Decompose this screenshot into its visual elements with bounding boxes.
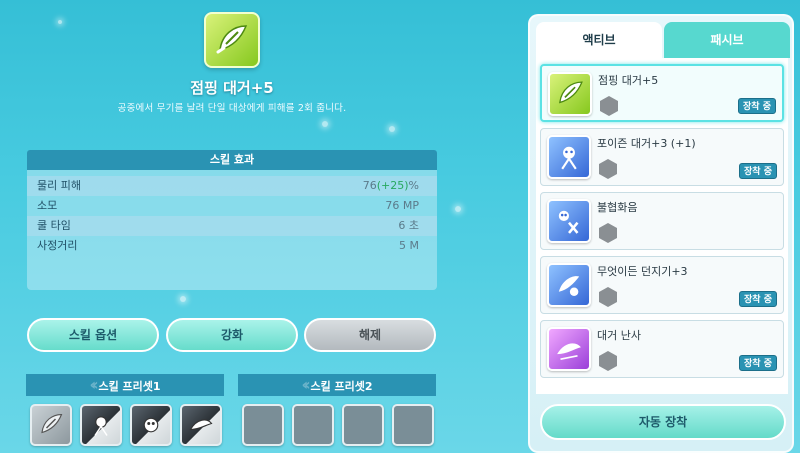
dagger-jump-icon: [41, 413, 63, 434]
rune-slot-icon[interactable]: [600, 96, 618, 116]
preset-2-header[interactable]: ‹‹ 스킬 프리셋2: [238, 374, 436, 396]
equipped-badge: 장착 중: [739, 291, 777, 307]
skill-options-button[interactable]: 스킬 옵션: [27, 318, 159, 352]
skill-list: 점핑 대거+5 장착 중 포이즌 대거+3 (+1) 장착 중 불협화음 무엇이…: [536, 58, 788, 394]
skill-description: 공중에서 무기를 날려 단일 대상에게 피해를 2회 줍니다.: [117, 103, 347, 114]
skill-item-icon: [547, 135, 591, 179]
skill-list-item[interactable]: 대거 난사 장착 중: [540, 320, 784, 378]
preset-2-slot-2[interactable]: [292, 404, 334, 446]
sparkle-decoration: [455, 206, 461, 212]
effect-label: 소모: [37, 199, 58, 212]
effect-row-cooldown: 쿨 타임 6 초: [27, 216, 437, 236]
rune-slot-icon[interactable]: [599, 287, 617, 307]
skill-item-icon: [547, 199, 591, 243]
preset-2-slot-4[interactable]: [392, 404, 434, 446]
dagger-jump-icon: [216, 25, 248, 54]
sparkle-decoration: [180, 296, 186, 302]
tab-passive[interactable]: 패시브: [664, 22, 790, 58]
preset-2-slot-1[interactable]: [242, 404, 284, 446]
dagger-jump-icon: [559, 81, 583, 104]
skill-item-name: 대거 난사: [597, 329, 641, 342]
effect-row-range: 사정거리 5 M: [27, 236, 437, 256]
effect-value: 76(+25)%: [363, 176, 419, 196]
throw-anything-icon: [558, 276, 580, 297]
equipped-badge: 장착 중: [739, 355, 777, 371]
effect-value: 76 MP: [385, 199, 419, 212]
poison-dagger-icon: [94, 416, 108, 436]
preset-label: 스킬 프리셋1: [98, 380, 161, 393]
rune-slot-icon[interactable]: [599, 159, 617, 179]
effect-header: 스킬 효과: [27, 150, 437, 170]
skill-item-name: 점핑 대거+5: [598, 74, 659, 87]
skill-list-panel: 액티브 패시브 점핑 대거+5 장착 중 포이즌 대거+3 (+1) 장착 중 …: [528, 14, 794, 453]
skull-discord-icon: [143, 417, 159, 433]
skill-icon: [204, 12, 260, 68]
release-button[interactable]: 해제: [304, 318, 436, 352]
effect-value: 6 초: [398, 219, 419, 232]
sparkle-decoration: [322, 121, 328, 127]
rune-slot-icon[interactable]: [599, 351, 617, 371]
effect-row-cost: 소모 76 MP: [27, 196, 437, 216]
preset-1-slot-3[interactable]: [130, 404, 172, 446]
damage-bonus: (+25): [376, 179, 409, 192]
effect-label: 물리 피해: [37, 179, 81, 192]
equipped-badge: 장착 중: [738, 98, 776, 114]
preset-1-header[interactable]: ‹‹ 스킬 프리셋1: [26, 374, 224, 396]
preset-2-slot-3[interactable]: [342, 404, 384, 446]
effect-row-damage: 물리 피해 76(+25)%: [27, 176, 437, 196]
rune-slot-icon[interactable]: [599, 223, 617, 243]
auto-equip-button[interactable]: 자동 장착: [540, 404, 786, 440]
damage-suffix: %: [408, 179, 419, 192]
enhance-button[interactable]: 강화: [166, 318, 298, 352]
dagger-barrage-icon: [189, 419, 213, 431]
effect-label: 쿨 타임: [37, 219, 71, 232]
sparkle-decoration: [389, 126, 395, 132]
effect-label: 사정거리: [37, 239, 78, 252]
skill-list-item[interactable]: 무엇이든 던지기+3 장착 중: [540, 256, 784, 314]
skull-discord-icon: [558, 210, 579, 234]
chevron-left-icon: ‹‹: [89, 375, 98, 394]
preset-label: 스킬 프리셋2: [310, 380, 373, 393]
preset-1-slot-1[interactable]: [30, 404, 72, 446]
chevron-left-icon: ‹‹: [301, 375, 310, 394]
skill-item-icon: [547, 263, 591, 307]
skill-list-item[interactable]: 포이즌 대거+3 (+1) 장착 중: [540, 128, 784, 186]
skill-item-icon: [548, 72, 592, 116]
sparkle-decoration: [58, 20, 62, 24]
skill-item-name: 포이즌 대거+3 (+1): [597, 137, 696, 150]
preset-1-slot-2[interactable]: [80, 404, 122, 446]
tab-active[interactable]: 액티브: [536, 22, 662, 58]
effect-value: 5 M: [399, 239, 419, 252]
skill-item-name: 무엇이든 던지기+3: [597, 265, 688, 278]
skill-list-item[interactable]: 점핑 대거+5 장착 중: [540, 64, 784, 122]
skill-effect-panel: 스킬 효과 물리 피해 76(+25)% 소모 76 MP 쿨 타임 6 초 사…: [27, 150, 437, 290]
damage-value: 76: [362, 179, 377, 192]
skill-item-icon: [547, 327, 591, 371]
skill-title: 점핑 대거+5: [190, 79, 274, 97]
poison-dagger-icon: [561, 146, 577, 170]
equipped-badge: 장착 중: [739, 163, 777, 179]
preset-1-slot-4[interactable]: [180, 404, 222, 446]
skill-item-name: 불협화음: [597, 201, 638, 214]
skill-list-item[interactable]: 불협화음: [540, 192, 784, 250]
dagger-barrage-icon: [557, 343, 581, 361]
